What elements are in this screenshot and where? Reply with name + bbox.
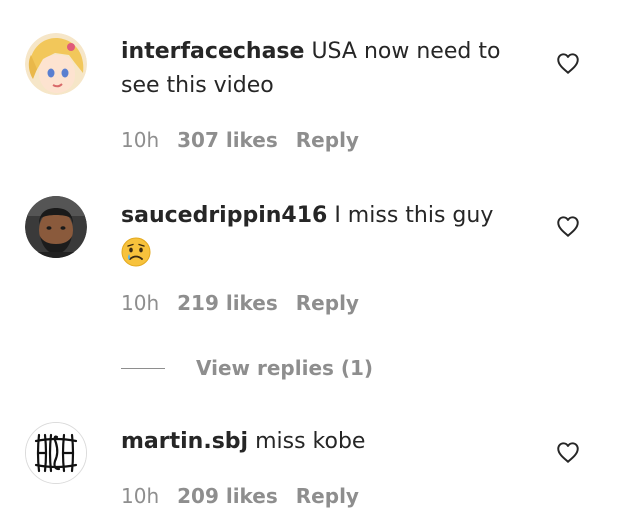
avatar[interactable] xyxy=(25,33,87,95)
anime-character-avatar-icon xyxy=(25,33,87,95)
comment-time: 10h xyxy=(121,291,160,315)
comment-username[interactable]: saucedrippin416 xyxy=(121,203,327,228)
comment-meta: 10h 307 likes Reply xyxy=(121,128,377,152)
like-heart-icon[interactable] xyxy=(555,50,581,76)
high-logo-avatar-icon xyxy=(26,423,86,483)
comment-likes[interactable]: 219 likes xyxy=(177,291,278,315)
avatar[interactable] xyxy=(25,196,87,258)
divider-line xyxy=(121,367,165,369)
like-heart-icon[interactable] xyxy=(555,439,581,465)
comment-username[interactable]: martin.sbj xyxy=(121,429,248,454)
comment-meta: 10h 219 likes Reply xyxy=(121,291,377,315)
reply-button[interactable]: Reply xyxy=(296,484,359,508)
reply-button[interactable]: Reply xyxy=(296,291,359,315)
comment-likes[interactable]: 307 likes xyxy=(177,128,278,152)
comment-meta: 10h 209 likes Reply xyxy=(121,484,377,508)
view-replies-button[interactable]: View replies (1) xyxy=(121,354,373,382)
comment-text: miss kobe xyxy=(255,429,366,454)
comment-likes[interactable]: 209 likes xyxy=(177,484,278,508)
comment-text-block: martin.sbj miss kobe xyxy=(121,425,521,459)
sad-face-emoji xyxy=(121,233,521,271)
reply-button[interactable]: Reply xyxy=(296,128,359,152)
person-photo-avatar-icon xyxy=(25,196,87,258)
avatar[interactable] xyxy=(25,422,87,484)
comment-text: I miss this guy xyxy=(334,203,494,228)
comment-username[interactable]: interfacechase xyxy=(121,39,304,64)
comment-text-block: saucedrippin416 I miss this guy xyxy=(121,199,521,271)
like-heart-icon[interactable] xyxy=(555,213,581,239)
comment-text-block: interfacechase USA now need to see this … xyxy=(121,35,521,103)
comment-time: 10h xyxy=(121,128,160,152)
comment-time: 10h xyxy=(121,484,160,508)
view-replies-label[interactable]: View replies (1) xyxy=(196,356,373,380)
